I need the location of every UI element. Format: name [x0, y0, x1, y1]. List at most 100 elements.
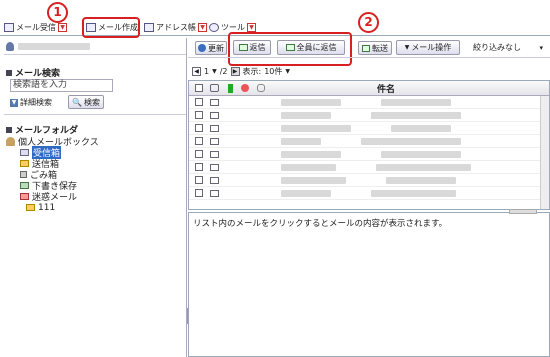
refresh-button[interactable]: 更新 — [195, 41, 227, 55]
addressbook-icon — [144, 23, 154, 32]
table-row[interactable] — [189, 96, 549, 109]
sender-redacted — [281, 111, 331, 119]
filter-label: 絞り込みなし — [473, 43, 521, 52]
mail-list: 件名 — [188, 80, 550, 210]
list-scrollbar[interactable] — [540, 96, 549, 209]
search-button[interactable]: 🔍 検索 — [68, 95, 104, 109]
row-checkbox[interactable] — [195, 150, 203, 158]
subject-redacted — [371, 111, 461, 119]
tab-addressbook-label: アドレス帳 — [156, 23, 196, 32]
mail-envelope-icon — [210, 124, 219, 132]
subject-redacted — [386, 176, 456, 184]
row-checkbox[interactable] — [195, 163, 203, 171]
mail-action-menu[interactable]: ▼ メール操作 — [396, 40, 460, 55]
flag-icon[interactable] — [228, 83, 233, 93]
preview-pane: リスト内のメールをクリックするとメールの内容が表示されます。 — [188, 209, 550, 357]
dropdown-arrow-icon[interactable]: ▼ — [285, 68, 290, 75]
folder-item-label: 111 — [38, 202, 56, 213]
preview-message: リスト内のメールをクリックするとメールの内容が表示されます。 — [193, 219, 448, 229]
subject-redacted — [361, 137, 461, 145]
filter-select[interactable]: 絞り込みなし ▾ — [470, 40, 546, 55]
sent-folder-icon — [20, 160, 29, 167]
priority-icon[interactable] — [241, 84, 249, 92]
folder-icon — [26, 204, 35, 211]
subject-redacted — [376, 163, 471, 171]
square-bullet-icon — [6, 69, 12, 76]
reply-all-button[interactable]: 全員に返信 — [277, 40, 345, 55]
dropdown-arrow-icon[interactable]: ▼ — [212, 68, 217, 75]
mail-list-header: 件名 — [189, 81, 549, 96]
advanced-search-label: 詳細検索 — [20, 98, 52, 107]
preview-splitter-handle[interactable] — [509, 209, 537, 214]
refresh-label: 更新 — [208, 43, 224, 53]
reply-button[interactable]: 返信 — [233, 40, 271, 55]
row-checkbox[interactable] — [195, 176, 203, 184]
row-checkbox[interactable] — [195, 111, 203, 119]
table-row[interactable] — [189, 122, 549, 135]
dropdown-arrow-icon[interactable]: ▼ — [198, 23, 207, 32]
pager: ◀ 1 ▼ /2 ▶ 表示: 10件 ▼ — [192, 66, 290, 77]
row-checkbox[interactable] — [195, 137, 203, 145]
folder-item-spam[interactable]: 迷惑メール — [20, 191, 77, 203]
search-section-title: メール検索 — [6, 66, 60, 79]
subject-redacted — [391, 124, 451, 132]
user-account — [6, 42, 90, 51]
next-page-icon[interactable]: ▶ — [230, 67, 240, 76]
dropdown-arrow-icon[interactable]: ▼ — [58, 23, 67, 32]
row-checkbox[interactable] — [195, 189, 203, 197]
gear-icon — [209, 23, 219, 32]
mail-status-icon[interactable] — [210, 84, 219, 92]
advanced-search-link[interactable]: ▼ 詳細検索 — [10, 97, 52, 108]
table-row[interactable] — [189, 161, 549, 174]
mail-envelope-icon — [210, 189, 219, 197]
user-account-name — [18, 43, 90, 50]
table-row[interactable] — [189, 135, 549, 148]
attachment-icon[interactable] — [257, 84, 265, 92]
page-current[interactable]: 1 — [204, 67, 209, 76]
sender-redacted — [281, 163, 336, 171]
reply-all-label: 全員に返信 — [296, 43, 337, 52]
forward-button[interactable]: 転送 — [358, 41, 392, 55]
subject-redacted — [381, 98, 451, 106]
draft-icon — [20, 182, 29, 189]
mail-receive-icon — [4, 23, 14, 32]
left-pane: メール検索 検索語を入力 ▼ 詳細検索 🔍 検索 メールフォルダ 個人メールボッ… — [4, 38, 189, 357]
table-row[interactable] — [189, 148, 549, 161]
pane-divider — [186, 38, 187, 357]
triangle-down-icon: ▼ — [10, 98, 18, 107]
dropdown-arrow-icon[interactable]: ▼ — [247, 23, 256, 32]
folder-item-111[interactable]: 111 — [26, 202, 55, 213]
divider — [4, 54, 186, 55]
search-input[interactable]: 検索語を入力 — [10, 79, 113, 92]
reply-label: 返信 — [249, 43, 266, 52]
mail-envelope-icon — [210, 98, 219, 106]
subject-redacted — [381, 150, 461, 158]
mail-envelope-icon — [210, 150, 219, 158]
square-bullet-icon — [6, 126, 12, 133]
row-checkbox[interactable] — [195, 124, 203, 132]
divider — [4, 114, 186, 115]
table-row[interactable] — [189, 174, 549, 187]
search-placeholder: 検索語を入力 — [13, 80, 68, 90]
select-all-checkbox[interactable] — [195, 84, 203, 92]
subject-column-header[interactable]: 件名 — [377, 82, 395, 95]
user-icon — [6, 42, 14, 51]
display-count[interactable]: 10件 — [264, 66, 282, 77]
sender-redacted — [281, 98, 341, 106]
mailbox-icon — [6, 137, 15, 146]
reply-icon — [238, 44, 248, 51]
table-row[interactable] — [189, 109, 549, 122]
tab-addressbook[interactable]: アドレス帳 ▼ — [144, 20, 207, 35]
row-checkbox[interactable] — [195, 98, 203, 106]
callout-number-1: 1 — [47, 2, 68, 23]
subject-redacted — [371, 189, 456, 197]
prev-page-icon[interactable]: ◀ — [192, 67, 201, 76]
table-row[interactable] — [189, 187, 549, 200]
chevron-down-icon: ▾ — [539, 43, 543, 52]
dropdown-arrow-icon: ▼ — [404, 44, 410, 51]
forward-icon — [362, 44, 370, 52]
inbox-icon — [20, 149, 29, 156]
search-icon: 🔍 — [72, 97, 82, 107]
search-title: メール検索 — [15, 69, 61, 79]
trash-icon — [20, 171, 27, 178]
